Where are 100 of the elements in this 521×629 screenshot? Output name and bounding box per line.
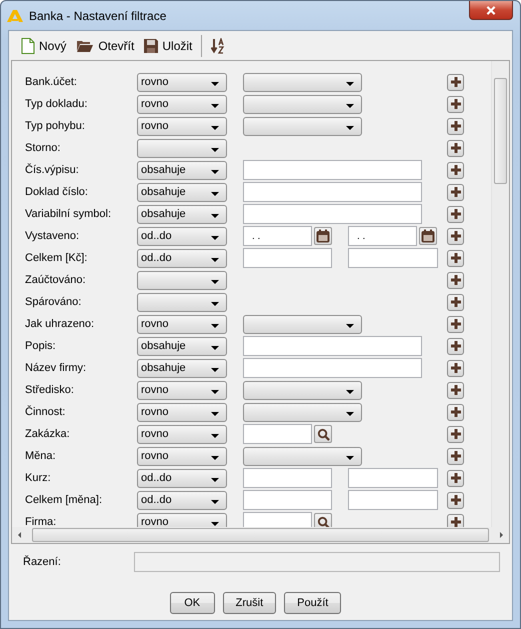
field-label: Typ dokladu: (25, 98, 88, 110)
add-button[interactable] (447, 294, 464, 310)
add-button[interactable] (447, 426, 464, 442)
add-button[interactable] (447, 184, 464, 200)
field-label: Zakázka: (25, 428, 71, 440)
add-button[interactable] (447, 206, 464, 222)
operator-dropdown[interactable] (137, 292, 227, 312)
add-button[interactable] (447, 338, 464, 354)
add-button[interactable] (447, 228, 464, 244)
dialog-button[interactable]: Zrušit (222, 592, 276, 614)
sorting-field[interactable] (134, 552, 500, 572)
add-button[interactable] (447, 492, 464, 508)
field-label: Popis: (25, 340, 57, 352)
add-button[interactable] (447, 272, 464, 288)
add-button[interactable] (447, 448, 464, 464)
calendar-button[interactable] (314, 227, 332, 245)
add-button[interactable] (447, 74, 464, 90)
add-button[interactable] (447, 360, 464, 376)
operator-dropdown[interactable]: od..do (137, 226, 227, 246)
value-field[interactable] (243, 160, 422, 180)
to-field[interactable] (348, 490, 438, 510)
operator-dropdown[interactable]: obsahuje (137, 160, 227, 180)
new-button[interactable]: Nový (17, 36, 70, 56)
operator-dropdown[interactable]: obsahuje (137, 358, 227, 378)
operator-dropdown[interactable]: rovno (137, 94, 227, 114)
operator-dropdown[interactable]: rovno (137, 424, 227, 444)
plus-icon (450, 341, 460, 351)
add-button[interactable] (447, 140, 464, 156)
calendar-button[interactable] (419, 227, 437, 245)
operator-dropdown[interactable] (137, 138, 227, 158)
operator-dropdown[interactable]: rovno (137, 314, 227, 334)
plus-icon (450, 385, 460, 395)
field-label: Celkem [Kč]: (25, 252, 88, 264)
close-icon (486, 6, 496, 14)
operator-dropdown[interactable]: rovno (137, 402, 227, 422)
field-label: Storno: (25, 142, 62, 154)
from-field[interactable] (243, 468, 332, 488)
field-label: Vystaveno: (25, 230, 80, 242)
add-button[interactable] (447, 250, 464, 266)
document-icon (21, 38, 35, 54)
app-logo-icon (7, 10, 23, 22)
operator-dropdown[interactable]: obsahuje (137, 336, 227, 356)
folder-icon (76, 38, 94, 52)
operator-dropdown[interactable]: rovno (137, 116, 227, 136)
value-dropdown[interactable] (243, 314, 362, 334)
value-field[interactable] (243, 182, 422, 202)
close-button[interactable] (469, 1, 513, 20)
plus-icon (450, 77, 460, 87)
operator-dropdown[interactable]: obsahuje (137, 182, 227, 202)
operator-dropdown[interactable]: rovno (137, 446, 227, 466)
operator-dropdown[interactable]: od..do (137, 248, 227, 268)
value-dropdown[interactable] (243, 116, 362, 136)
value-field[interactable] (243, 358, 422, 378)
vertical-scrollbar[interactable] (491, 61, 509, 527)
dialog-button[interactable]: OK (170, 592, 215, 614)
open-button[interactable]: Otevřít (72, 36, 138, 54)
value-dropdown[interactable] (243, 380, 362, 400)
field-label: Název firmy: (25, 362, 88, 374)
save-button[interactable]: Uložit (140, 36, 196, 54)
add-button[interactable] (447, 316, 464, 332)
add-button[interactable] (447, 118, 464, 134)
add-button[interactable] (447, 96, 464, 112)
operator-dropdown[interactable] (137, 270, 227, 290)
field-label: Čís.výpisu: (25, 164, 80, 176)
search-icon (316, 516, 330, 527)
from-field[interactable] (243, 248, 332, 268)
operator-dropdown[interactable]: od..do (137, 468, 227, 488)
add-button[interactable] (447, 404, 464, 420)
calendar-icon (316, 229, 330, 243)
value-dropdown[interactable] (243, 94, 362, 114)
add-button[interactable] (447, 470, 464, 486)
from-field[interactable] (243, 490, 332, 510)
search-button[interactable] (314, 513, 332, 527)
operator-dropdown[interactable]: obsahuje (137, 204, 227, 224)
plus-icon (450, 187, 460, 197)
search-button[interactable] (314, 425, 332, 443)
value-field[interactable] (243, 512, 312, 527)
value-field[interactable] (243, 204, 422, 224)
to-field[interactable] (348, 248, 438, 268)
operator-dropdown[interactable]: rovno (137, 512, 227, 527)
add-button[interactable] (447, 382, 464, 398)
search-icon (316, 428, 330, 440)
plus-icon (450, 363, 460, 373)
horizontal-scrollbar[interactable] (12, 527, 509, 543)
value-field[interactable] (243, 424, 312, 444)
value-field[interactable] (243, 336, 422, 356)
operator-dropdown[interactable]: rovno (137, 72, 227, 92)
add-button[interactable] (447, 162, 464, 178)
date-field[interactable]: . . (243, 226, 312, 246)
dialog-button[interactable]: Použít (284, 592, 342, 614)
field-label: Měna: (25, 450, 57, 462)
plus-icon (450, 407, 460, 417)
field-label: Typ pohybu: (25, 120, 86, 132)
operator-dropdown[interactable]: od..do (137, 490, 227, 510)
value-dropdown[interactable] (243, 72, 362, 92)
to-field[interactable] (348, 468, 438, 488)
operator-dropdown[interactable]: rovno (137, 380, 227, 400)
add-button[interactable] (447, 514, 464, 527)
date-field[interactable]: . . (348, 226, 417, 246)
plus-icon (450, 143, 460, 153)
